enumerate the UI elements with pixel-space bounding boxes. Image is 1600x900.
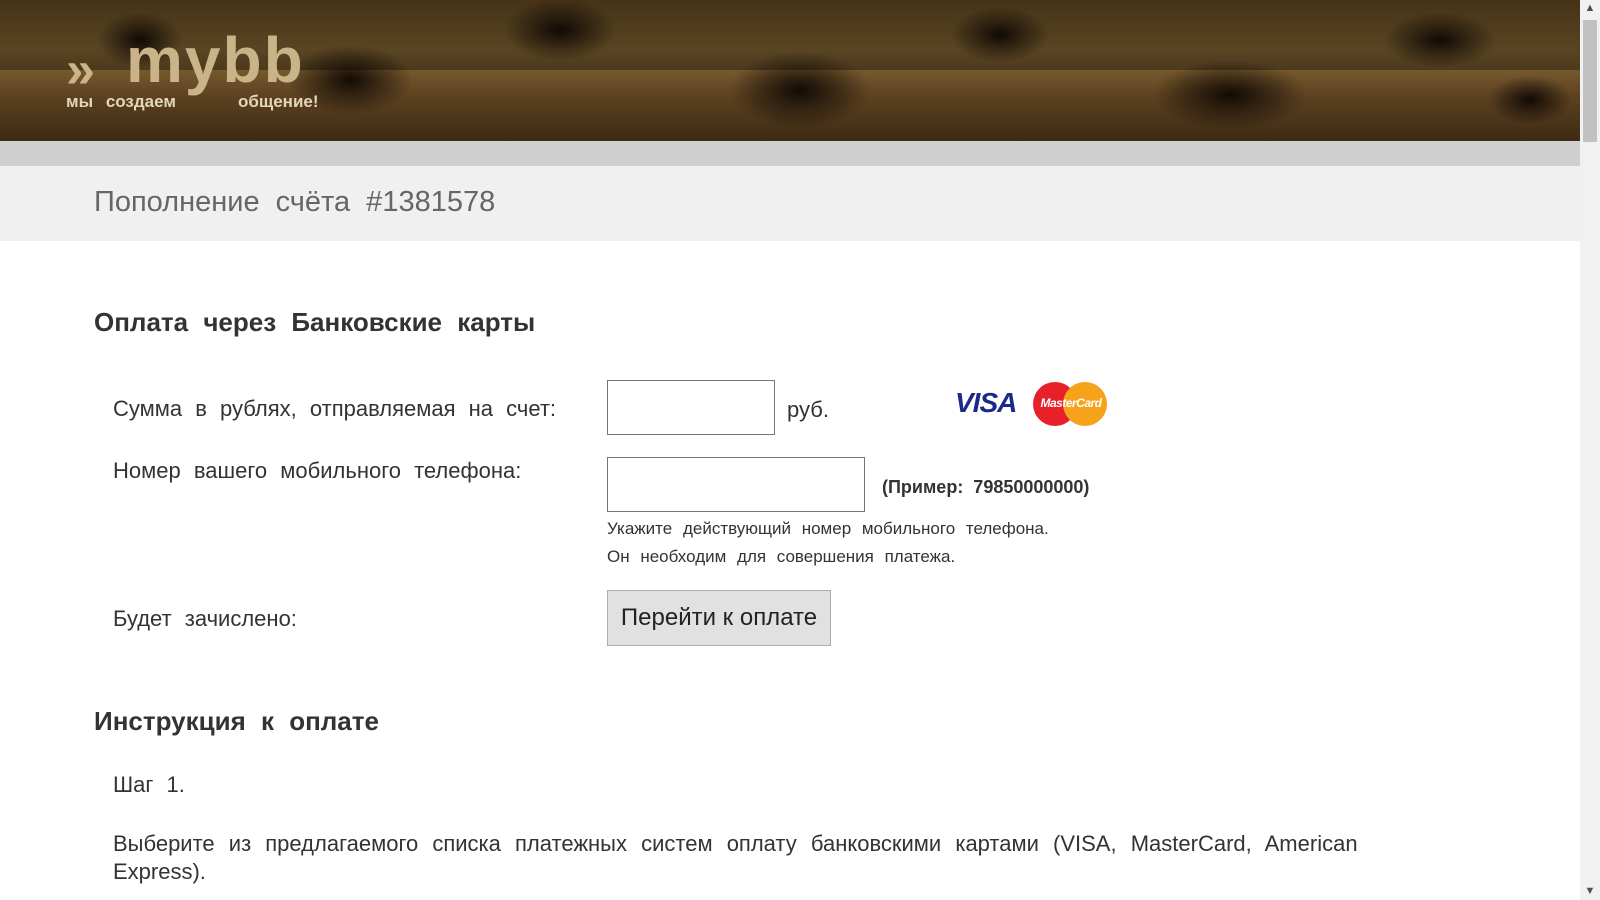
chevron-up-icon[interactable]: ▲	[1580, 0, 1600, 17]
header-divider	[0, 141, 1580, 166]
phone-label: Номер вашего мобильного телефона:	[113, 458, 522, 483]
card-logos: VISA MasterCard	[955, 380, 1107, 428]
amount-input[interactable]	[607, 380, 775, 435]
title-bar: Пополнение счёта #1381578	[0, 166, 1580, 241]
phone-hint-line2: Он необходим для совершения платежа.	[607, 547, 956, 566]
credited-label: Будет зачислено:	[113, 606, 297, 631]
amount-unit: руб.	[787, 397, 829, 422]
instructions-section-title: Инструкция к оплате	[94, 706, 379, 736]
mastercard-logo: MasterCard	[1033, 382, 1107, 426]
phone-example: (Пример: 79850000000)	[882, 477, 1090, 497]
step1-text: Выберите из предлагаемого списка платежн…	[113, 831, 1358, 884]
chevron-down-icon[interactable]: ▼	[1580, 883, 1600, 900]
vertical-scrollbar[interactable]: ▲ ▼	[1580, 0, 1600, 900]
visa-logo: VISA	[955, 387, 1017, 418]
amount-label: Сумма в рублях, отправляемая на счет:	[113, 396, 557, 421]
bank-cards-section-title: Оплата через Банковские карты	[94, 307, 536, 337]
page-title: Пополнение счёта #1381578	[94, 186, 496, 218]
logo-arrows: »	[66, 41, 95, 99]
logo-word: mybb	[126, 24, 305, 96]
mybb-logo[interactable]: » mybb мы создаем общение!	[62, 28, 352, 114]
logo-tagline-right: общение!	[238, 92, 319, 111]
mastercard-logo-text: MasterCard	[1040, 396, 1102, 410]
logo-tagline-left: мы создаем	[66, 92, 176, 111]
phone-input[interactable]	[607, 457, 865, 512]
step1-title: Шаг 1.	[113, 772, 185, 797]
phone-hint-line1: Укажите действующий номер мобильного тел…	[607, 519, 1049, 538]
header-banner: » mybb мы создаем общение!	[0, 0, 1580, 141]
pay-button[interactable]: Перейти к оплате	[607, 590, 831, 646]
scroll-thumb[interactable]	[1583, 20, 1597, 142]
